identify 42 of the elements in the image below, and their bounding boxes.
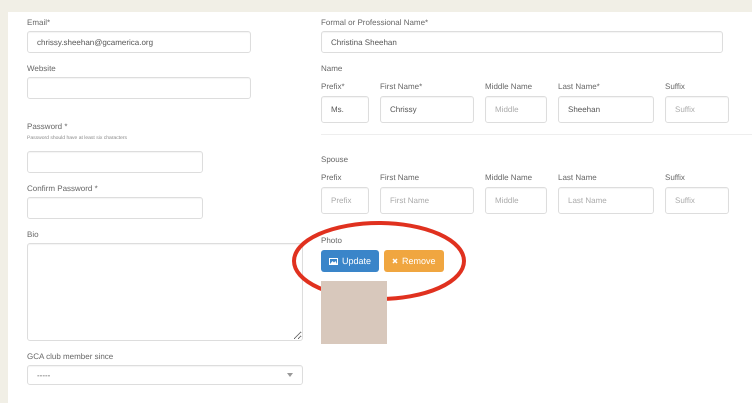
caret-icon <box>287 373 293 377</box>
name-name-field[interactable]: Sheehan <box>558 96 654 123</box>
text-field[interactable] <box>27 77 251 99</box>
text-field[interactable]: chrissy.sheehan@gcamerica.org <box>27 31 251 53</box>
photo-placeholder <box>321 281 387 344</box>
bio-textarea[interactable] <box>27 243 303 341</box>
field-label: Email* <box>27 18 52 27</box>
field-label: Suffix <box>665 82 686 91</box>
field-label: Photo <box>321 236 342 245</box>
section-label: Name <box>321 64 344 73</box>
password-field[interactable] <box>27 197 203 219</box>
field-label: Prefix <box>321 173 342 182</box>
field-label: Last Name <box>558 173 598 182</box>
password-field[interactable] <box>27 151 203 173</box>
field-label: First Name* <box>380 82 424 91</box>
spouse-name-field[interactable]: Middle <box>485 187 547 214</box>
field-label: Bio <box>27 230 40 239</box>
field-label: Formal or Professional Name* <box>321 18 430 27</box>
year-dropdown[interactable]: ----- <box>27 365 303 385</box>
section-label: Spouse <box>321 155 350 164</box>
field-label: Last Name* <box>558 82 601 91</box>
spouse-name-field[interactable]: Prefix <box>321 187 369 214</box>
field-label: Suffix <box>665 173 686 182</box>
spouse-name-field[interactable]: Suffix <box>665 187 729 214</box>
update-button[interactable]: Update <box>321 250 380 272</box>
field-label: Middle Name <box>485 82 534 91</box>
name-name-field[interactable]: Ms. <box>321 96 369 123</box>
close-icon <box>392 258 398 264</box>
name-name-field[interactable]: Suffix <box>665 96 729 123</box>
field-label: GCA club member since <box>27 352 114 361</box>
field-label: First Name <box>380 173 420 182</box>
text-field[interactable]: Christina Sheehan <box>321 31 723 53</box>
name-name-field[interactable]: Middle <box>485 96 547 123</box>
field-label: Middle Name <box>485 173 534 182</box>
field-label: Confirm Password * <box>27 184 99 193</box>
field-label: Website <box>27 64 57 73</box>
spouse-name-field[interactable]: First Name <box>380 187 474 214</box>
spouse-name-field[interactable]: Last Name <box>558 187 654 214</box>
name-name-field[interactable]: Chrissy <box>380 96 474 123</box>
field-label: Prefix* <box>321 82 346 91</box>
field-label: Password * <box>27 122 68 131</box>
picture-icon <box>329 258 338 264</box>
